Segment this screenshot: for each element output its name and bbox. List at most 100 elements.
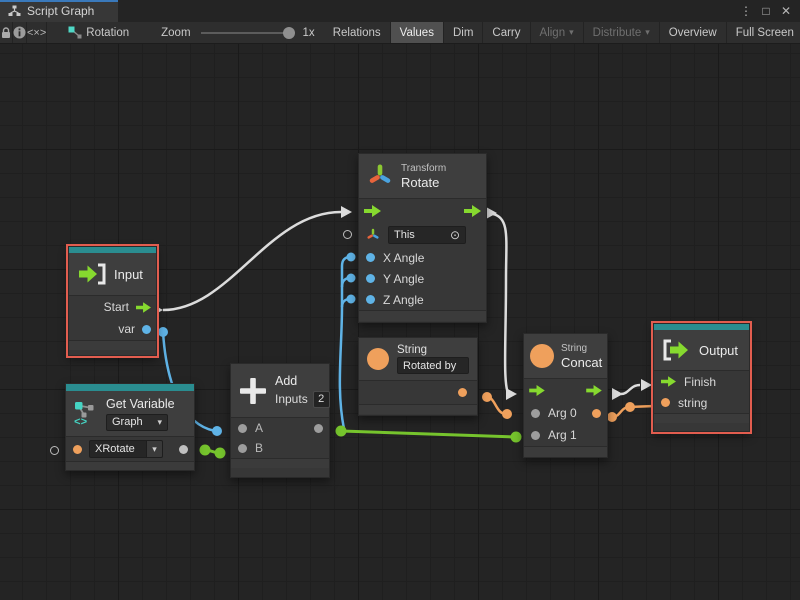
node-output[interactable]: Output Finish string xyxy=(653,323,750,432)
close-icon[interactable]: ✕ xyxy=(778,4,794,18)
node-category: String xyxy=(561,343,602,355)
values-label: Values xyxy=(400,27,434,39)
node-category: Transform xyxy=(401,163,446,175)
value-output-port[interactable] xyxy=(592,409,601,418)
variable-scope-dropdown[interactable]: Graph ▾ xyxy=(106,414,168,431)
wire-cap xyxy=(511,432,522,443)
more-icon[interactable]: ⋮ xyxy=(738,4,754,18)
node-title: Output xyxy=(699,343,738,358)
this-object-field[interactable]: This ⊙ xyxy=(388,226,466,244)
port-label: Z Angle xyxy=(383,293,424,307)
wire-concat-to-output[interactable] xyxy=(621,385,640,394)
dim-button[interactable]: Dim xyxy=(444,22,483,43)
string-value-field[interactable]: Rotated by xyxy=(397,357,469,374)
node-string-concat[interactable]: String Concat Arg 0 Arg 1 xyxy=(523,333,608,458)
distribute-label: Distribute xyxy=(593,27,642,39)
inputs-count-field[interactable]: 2 xyxy=(313,391,330,408)
relations-button[interactable]: Relations xyxy=(324,22,391,43)
variable-dropdown-button[interactable]: ▾ xyxy=(147,440,163,458)
value-port[interactable] xyxy=(661,398,670,407)
wire-add-to-concat-arg1[interactable] xyxy=(341,431,516,437)
relations-label: Relations xyxy=(333,27,381,39)
code-toggle-icon: <×> xyxy=(27,27,46,39)
fullscreen-button[interactable]: Full Screen xyxy=(727,22,800,43)
flow-out-port[interactable] xyxy=(586,385,602,396)
inputs-label: Inputs xyxy=(275,392,308,406)
info-button[interactable] xyxy=(13,22,27,43)
node-title: Concat xyxy=(561,355,602,370)
zoom-control: Zoom 1x xyxy=(152,22,324,43)
add-icon xyxy=(239,377,267,405)
object-picker-icon[interactable]: ⊙ xyxy=(450,228,460,242)
value-output-port[interactable] xyxy=(458,388,467,397)
wire-rotate-to-concat[interactable] xyxy=(493,214,508,393)
node-input[interactable]: Input Start var xyxy=(68,246,157,356)
value-port[interactable] xyxy=(366,253,375,262)
node-footer xyxy=(66,461,194,470)
string-value: Rotated by xyxy=(403,360,456,372)
node-get-variable[interactable]: <> Get Variable Graph ▾ XRotate xyxy=(65,383,195,471)
carry-label: Carry xyxy=(492,27,520,39)
node-string-literal[interactable]: String Rotated by xyxy=(358,337,478,416)
node-footer xyxy=(69,340,156,350)
unit-color-strip xyxy=(66,384,194,391)
value-port[interactable] xyxy=(531,409,540,418)
unconnected-port-ring[interactable] xyxy=(343,230,352,239)
overview-button[interactable]: Overview xyxy=(660,22,727,43)
string-port-row: string xyxy=(654,392,749,413)
value-port[interactable] xyxy=(531,431,540,440)
code-preview-button[interactable]: <×> xyxy=(27,22,47,43)
flow-in-port[interactable] xyxy=(529,385,545,396)
wire-cap xyxy=(607,412,617,422)
values-button[interactable]: Values xyxy=(391,22,444,43)
value-port[interactable] xyxy=(73,445,82,454)
distribute-button[interactable]: Distribute ▾ xyxy=(584,22,660,43)
wire-start-to-rotate[interactable] xyxy=(163,212,341,310)
zoom-slider[interactable] xyxy=(201,32,293,34)
chevron-down-icon: ▾ xyxy=(152,444,157,455)
node-transform-rotate[interactable]: Transform Rotate This ⊙ xyxy=(358,153,487,323)
zoom-label: Zoom xyxy=(161,27,190,39)
node-category: String xyxy=(397,344,469,356)
info-icon xyxy=(13,26,26,39)
lock-icon xyxy=(0,26,12,39)
wire-cap xyxy=(612,388,623,400)
tab-bar: Script Graph ⋮ □ ✕ xyxy=(0,0,800,22)
flow-out-port[interactable] xyxy=(136,302,151,313)
value-port[interactable] xyxy=(366,295,375,304)
variable-name-field[interactable]: XRotate xyxy=(89,440,147,458)
wire-cap xyxy=(502,409,512,419)
flow-out-port[interactable] xyxy=(464,205,481,217)
visual-scripting-window: Script Graph ⋮ □ ✕ <×> xyxy=(0,0,800,600)
graph-mode-indicator: Rotation xyxy=(59,22,138,43)
wire-cap xyxy=(336,426,347,437)
wire-cap xyxy=(486,207,497,219)
unconnected-port-ring[interactable] xyxy=(50,446,59,455)
graph-canvas[interactable]: Transform Rotate This ⊙ xyxy=(0,44,800,600)
wire-cap xyxy=(347,253,356,262)
carry-button[interactable]: Carry xyxy=(483,22,530,43)
node-add[interactable]: Add Inputs 2 A B xyxy=(230,363,330,478)
flow-in-port[interactable] xyxy=(364,205,381,217)
start-port-row: Start xyxy=(69,296,156,318)
transform-icon xyxy=(367,163,393,189)
flow-in-port[interactable] xyxy=(661,376,676,387)
value-port[interactable] xyxy=(238,424,247,433)
port-label: var xyxy=(118,322,135,336)
zoom-slider-knob[interactable] xyxy=(283,27,295,39)
wire-cap xyxy=(347,295,356,304)
graph-input-icon xyxy=(77,262,107,286)
lock-button[interactable] xyxy=(0,22,13,43)
value-output-port[interactable] xyxy=(179,445,188,454)
align-button[interactable]: Align ▾ xyxy=(531,22,584,43)
string-type-icon xyxy=(367,348,389,370)
port-label: Arg 0 xyxy=(548,406,577,420)
value-port[interactable] xyxy=(142,325,151,334)
input-a-row: A xyxy=(231,418,329,438)
chevron-down-icon: ▾ xyxy=(645,27,650,38)
maximize-icon[interactable]: □ xyxy=(758,4,774,18)
value-port[interactable] xyxy=(366,274,375,283)
tab-script-graph[interactable]: Script Graph xyxy=(0,0,118,22)
value-output-port[interactable] xyxy=(314,424,323,433)
value-port[interactable] xyxy=(238,444,247,453)
